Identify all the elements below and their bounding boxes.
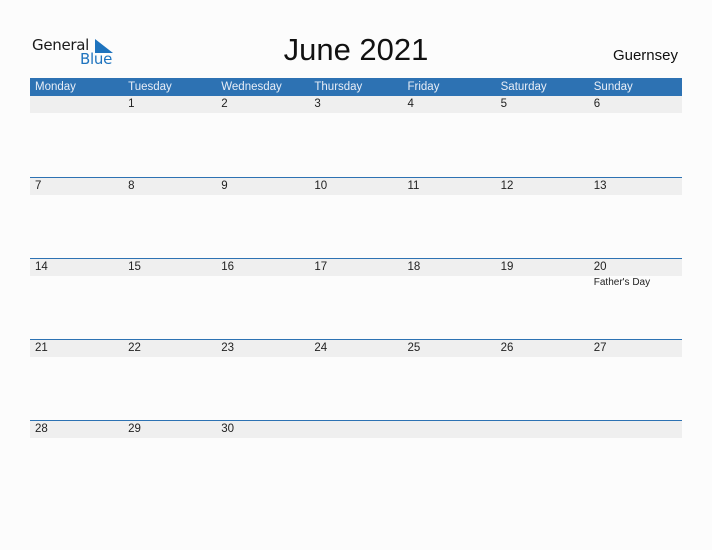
day-number — [496, 421, 589, 438]
weekday-thursday: Thursday — [314, 81, 363, 93]
day-event — [403, 276, 496, 290]
day-number: 25 — [407, 342, 421, 354]
day-event — [30, 276, 123, 290]
day-number: 5 — [500, 98, 508, 110]
day-number — [309, 421, 402, 438]
day-number: 13 — [593, 180, 607, 192]
day-number: 15 — [128, 261, 141, 273]
day-number: 3 — [314, 98, 321, 110]
day-event — [309, 276, 402, 290]
date-strip: 1 2 3 4 5 6 — [30, 96, 682, 113]
weekday-tuesday: Tuesday — [128, 81, 172, 93]
day-number: 28 — [35, 423, 48, 435]
weekday-wednesday: Wednesday — [221, 81, 282, 93]
day-number: 29 — [128, 423, 141, 435]
day-number: 6 — [593, 98, 601, 110]
day-number: 10 — [314, 180, 328, 192]
weekday-monday: Monday — [35, 81, 76, 93]
day-number: 23 — [221, 342, 235, 354]
weekday-sunday: Sunday — [593, 81, 633, 93]
week-row: 7 8 9 10 11 12 13 — [30, 177, 682, 258]
day-event: Father's Day — [593, 277, 651, 288]
day-number: 27 — [593, 342, 607, 354]
day-number: 18 — [407, 261, 421, 273]
day-number: 8 — [128, 180, 135, 192]
day-number: 26 — [500, 342, 514, 354]
day-number: 2 — [221, 98, 228, 110]
calendar-title: June 2021 — [283, 32, 429, 67]
day-number: 7 — [35, 180, 42, 192]
day-number — [403, 421, 496, 438]
day-number: 9 — [221, 180, 228, 192]
weekday-friday: Friday — [407, 81, 440, 93]
day-number: 21 — [35, 342, 48, 354]
weekday-saturday: Saturday — [500, 81, 547, 93]
calendar-grid: Monday Tuesday Wednesday Thursday Friday… — [30, 78, 682, 501]
day-number: 17 — [314, 261, 328, 273]
day-number — [30, 96, 123, 113]
events-row: Father's Day — [30, 276, 682, 290]
weekday-header: Monday Tuesday Wednesday Thursday Friday… — [30, 78, 682, 96]
day-event — [216, 276, 309, 290]
day-number: 20 — [593, 261, 607, 273]
day-event — [123, 276, 216, 290]
week-row: 28 29 30 — [30, 420, 682, 501]
date-strip: 7 8 9 10 11 12 13 — [30, 177, 682, 195]
day-event — [496, 276, 589, 290]
day-number — [589, 421, 682, 438]
day-number: 4 — [407, 98, 414, 110]
week-row: 1 2 3 4 5 6 — [30, 96, 682, 177]
week-row: 14 15 16 17 18 19 20 Father's Day — [30, 258, 682, 339]
week-row: 21 22 23 24 25 26 27 — [30, 339, 682, 420]
day-number: 12 — [500, 180, 514, 192]
day-number: 16 — [221, 261, 235, 273]
day-number: 22 — [128, 342, 141, 354]
date-strip: 14 15 16 17 18 19 20 — [30, 258, 682, 276]
day-number: 14 — [35, 261, 48, 273]
day-number: 30 — [221, 423, 235, 435]
date-strip: 28 29 30 — [30, 420, 682, 438]
country-label: Guernsey — [612, 47, 678, 64]
day-number: 1 — [128, 98, 135, 110]
day-number: 19 — [500, 261, 514, 273]
day-number: 24 — [314, 342, 328, 354]
date-strip: 21 22 23 24 25 26 27 — [30, 339, 682, 357]
day-number: 11 — [407, 180, 420, 192]
